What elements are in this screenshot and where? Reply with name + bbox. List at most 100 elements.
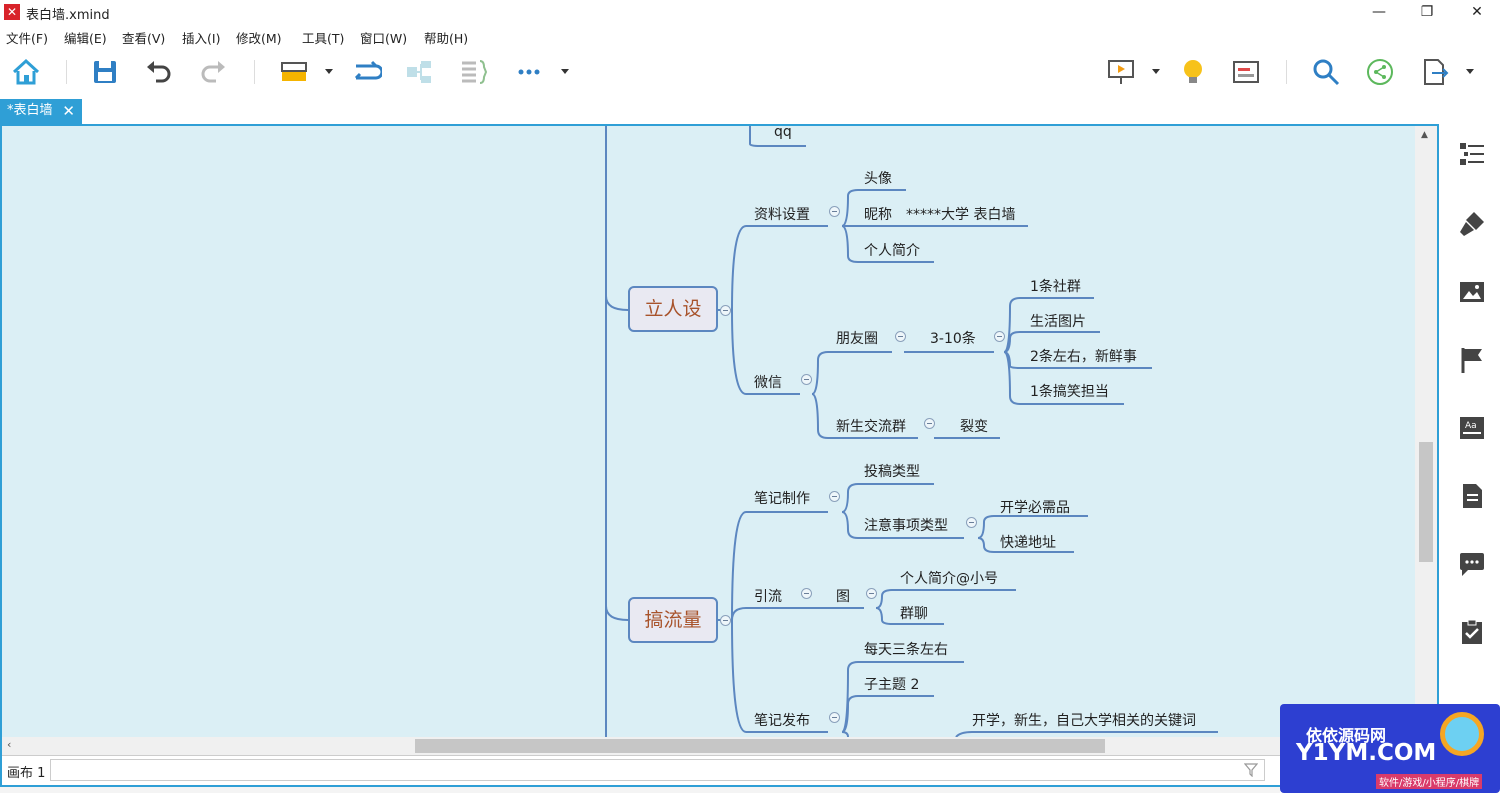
task-icon[interactable] <box>1458 618 1486 646</box>
topic-note-making[interactable]: 笔记制作 <box>754 488 810 508</box>
export-dropdown-icon[interactable] <box>1466 69 1474 74</box>
topic-moments[interactable]: 朋友圈 <box>836 328 878 348</box>
menu-help[interactable]: 帮助(H) <box>424 28 468 47</box>
undo-icon[interactable] <box>144 57 174 87</box>
sheet-tab[interactable]: 画布 1 <box>7 762 45 781</box>
topic-qq[interactable]: qq <box>774 126 792 140</box>
central-topic-2[interactable]: 搞流量 <box>628 597 718 643</box>
brainstorm-icon[interactable] <box>1178 57 1208 87</box>
mindmap-canvas[interactable]: 立人设 搞流量 qq 资料设置 头像 昵称 *****大学 表白墙 个人简介 微… <box>2 126 1415 737</box>
menu-bar: 文件(F) 编辑(E) 查看(V) 插入(I) 修改(M) 工具(T) 窗口(W… <box>0 25 1500 47</box>
filter-icon[interactable] <box>1244 763 1258 777</box>
topic-wechat[interactable]: 微信 <box>754 372 782 392</box>
format-brush-icon[interactable] <box>1458 210 1486 238</box>
menu-view[interactable]: 查看(V) <box>122 28 165 47</box>
topic-freshman-group[interactable]: 新生交流群 <box>836 416 906 436</box>
collapse-icon[interactable] <box>829 491 840 502</box>
scroll-left-icon[interactable]: ‹ <box>7 738 11 751</box>
topic-notice-type[interactable]: 注意事项类型 <box>864 515 948 535</box>
more-dropdown-icon[interactable] <box>561 69 569 74</box>
gantt-icon[interactable] <box>1231 57 1261 87</box>
summary-icon[interactable] <box>404 57 434 87</box>
topic-dropdown-icon[interactable] <box>325 69 333 74</box>
topic-subtopic-2[interactable]: 子主题 2 <box>864 674 919 694</box>
minimize-button[interactable]: — <box>1356 0 1402 25</box>
topic-nickname[interactable]: 昵称 <box>864 204 892 224</box>
topic-life-photos[interactable]: 生活图片 <box>1030 311 1086 331</box>
topic-university-wall[interactable]: *****大学 表白墙 <box>906 204 1015 224</box>
topic-group-chat[interactable]: 群聊 <box>900 603 928 623</box>
notes-icon[interactable] <box>1458 482 1486 510</box>
menu-file[interactable]: 文件(F) <box>6 28 48 47</box>
collapse-icon[interactable] <box>994 331 1005 342</box>
sheet-bar: 画布 1 <box>2 755 1437 785</box>
scroll-up-icon[interactable]: ▲ <box>1421 130 1428 140</box>
collapse-icon[interactable] <box>720 305 731 316</box>
close-button[interactable]: ✕ <box>1454 0 1500 25</box>
document-tab[interactable]: *表白墙 ✕ <box>0 99 82 125</box>
vertical-scrollbar[interactable]: ▲ <box>1415 126 1437 737</box>
collapse-icon[interactable] <box>966 517 977 528</box>
topic-icon[interactable] <box>279 57 309 87</box>
toolbar-divider <box>66 60 67 84</box>
sticker-icon[interactable]: Aa <box>1458 414 1486 442</box>
collapse-icon[interactable] <box>801 374 812 385</box>
save-icon[interactable] <box>90 57 120 87</box>
export-icon[interactable] <box>1420 57 1450 87</box>
topic-keywords[interactable]: 开学，新生，自己大学相关的关键词 <box>972 710 1196 730</box>
presentation-icon[interactable] <box>1106 57 1136 87</box>
topic-image[interactable]: 图 <box>836 586 850 606</box>
outline-icon[interactable] <box>1458 140 1486 168</box>
presentation-dropdown-icon[interactable] <box>1152 69 1160 74</box>
topic-delivery-address[interactable]: 快递地址 <box>1000 532 1056 552</box>
central-topic-1[interactable]: 立人设 <box>628 286 718 332</box>
topic-note-publish[interactable]: 笔记发布 <box>754 710 810 730</box>
more-icon[interactable] <box>514 57 544 87</box>
image-icon[interactable] <box>1458 278 1486 306</box>
menu-insert[interactable]: 插入(I) <box>182 28 220 47</box>
horizontal-scroll-thumb[interactable] <box>415 739 1105 753</box>
topic-three-per-day[interactable]: 每天三条左右 <box>864 639 948 659</box>
collapse-icon[interactable] <box>866 588 877 599</box>
topic-bio[interactable]: 个人简介 <box>864 240 920 260</box>
comment-icon[interactable] <box>1458 550 1486 578</box>
menu-edit[interactable]: 编辑(E) <box>64 28 107 47</box>
topic-submission-type[interactable]: 投稿类型 <box>864 461 920 481</box>
relationship-icon[interactable] <box>352 57 382 87</box>
toolbar <box>0 47 1500 99</box>
collapse-icon[interactable] <box>720 615 731 626</box>
collapse-icon[interactable] <box>924 418 935 429</box>
marker-flag-icon[interactable] <box>1458 346 1486 374</box>
magnifier-icon <box>1440 712 1484 756</box>
boundary-icon[interactable] <box>458 57 488 87</box>
topic-bio-alt-account[interactable]: 个人简介@小号 <box>900 568 998 588</box>
horizontal-scrollbar[interactable]: ‹ <box>2 737 1415 755</box>
topic-profile-settings[interactable]: 资料设置 <box>754 204 810 224</box>
right-sidebar: Aa <box>1444 124 1500 793</box>
status-bar <box>0 787 1280 793</box>
topic-traffic-guide[interactable]: 引流 <box>754 586 782 606</box>
collapse-icon[interactable] <box>829 206 840 217</box>
topic-news[interactable]: 2条左右，新鲜事 <box>1030 346 1137 366</box>
share-icon[interactable] <box>1365 57 1395 87</box>
topic-avatar[interactable]: 头像 <box>864 168 892 188</box>
menu-tools[interactable]: 工具(T) <box>302 28 344 47</box>
maximize-button[interactable]: ❐ <box>1404 0 1450 25</box>
home-icon[interactable] <box>11 57 41 87</box>
search-icon[interactable] <box>1311 57 1341 87</box>
topic-moments-count[interactable]: 3-10条 <box>930 328 976 348</box>
topic-school-essentials[interactable]: 开学必需品 <box>1000 497 1070 517</box>
filter-input[interactable] <box>50 759 1265 781</box>
title-bar: ✕ 表白墙.xmind — ❐ ✕ <box>0 0 1500 25</box>
redo-icon[interactable] <box>198 57 228 87</box>
menu-window[interactable]: 窗口(W) <box>360 28 407 47</box>
topic-community[interactable]: 1条社群 <box>1030 276 1081 296</box>
collapse-icon[interactable] <box>895 331 906 342</box>
collapse-icon[interactable] <box>829 712 840 723</box>
collapse-icon[interactable] <box>801 588 812 599</box>
topic-fission[interactable]: 裂变 <box>960 416 988 436</box>
tab-close-icon[interactable]: ✕ <box>62 99 75 123</box>
topic-funny[interactable]: 1条搞笑担当 <box>1030 381 1109 401</box>
menu-modify[interactable]: 修改(M) <box>236 28 282 47</box>
vertical-scroll-thumb[interactable] <box>1419 442 1433 562</box>
